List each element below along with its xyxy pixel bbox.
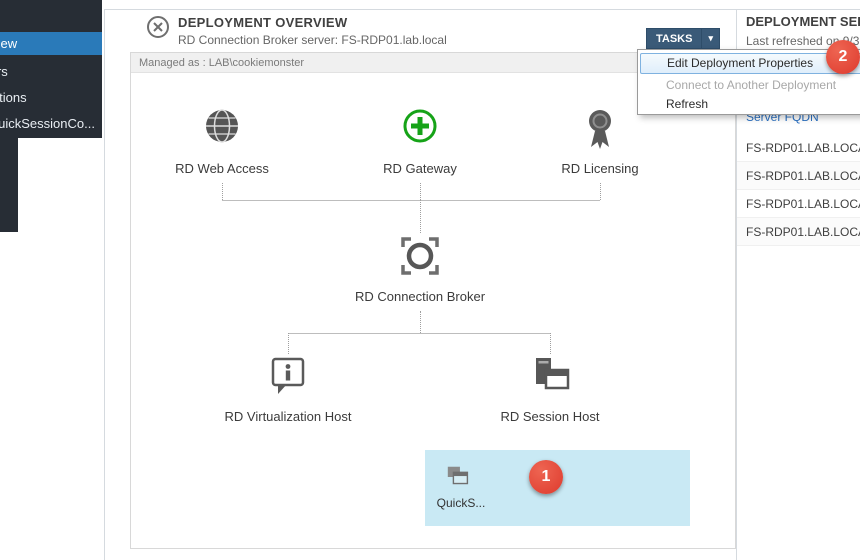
sidebar-item-quicksessioncollection-label: QuickSessionCo... — [0, 112, 95, 135]
sidebar-item-quicksessioncollection[interactable]: QuickSessionCo... — [0, 112, 102, 135]
node-rd-licensing[interactable]: RD Licensing — [525, 105, 675, 176]
collection-windows-icon — [445, 463, 473, 496]
collection-tile-label: QuickS... — [429, 496, 493, 510]
connector-line — [420, 183, 421, 200]
deployment-servers-title: DEPLOYMENT SERVERS — [746, 14, 860, 29]
sidebar-item-servers-label: Servers — [0, 60, 8, 83]
node-rd-connection-broker[interactable]: RD Connection Broker — [345, 233, 495, 304]
connector-line — [420, 200, 421, 233]
tasks-dropdown-arrow-icon: ▾ — [702, 34, 719, 43]
tasks-button[interactable]: TASKS ▾ — [646, 28, 720, 49]
server-row[interactable]: FS-RDP01.LAB.LOCAL — [737, 190, 860, 218]
sidebar-item-overview-label: Overview — [0, 32, 17, 55]
deployment-servers-list: FS-RDP01.LAB.LOCAL FS-RDP01.LAB.LOCAL FS… — [737, 134, 860, 246]
node-label: RD Session Host — [475, 409, 625, 424]
session-host-icon — [475, 353, 625, 399]
menu-item-refresh[interactable]: Refresh — [640, 94, 860, 115]
add-circle-icon — [345, 105, 495, 151]
annotation-badge-2: 2 — [826, 40, 860, 74]
deployment-overview-title: DEPLOYMENT OVERVIEW — [178, 15, 347, 30]
tasks-button-label: TASKS — [647, 33, 701, 45]
section-collapse-icon[interactable] — [146, 15, 170, 39]
node-label: RD Licensing — [525, 161, 675, 176]
connector-line — [288, 333, 550, 334]
info-bubble-icon — [213, 353, 363, 399]
node-rd-web-access[interactable]: RD Web Access — [147, 105, 297, 176]
menu-item-connect-to-another-deployment[interactable]: Connect to Another Deployment — [640, 75, 860, 96]
node-rd-session-host[interactable]: RD Session Host — [475, 353, 625, 424]
sidebar-item-collections[interactable]: Collections — [0, 86, 102, 109]
content-top-border — [104, 9, 860, 10]
broker-ring-icon — [345, 233, 495, 279]
node-label: RD Connection Broker — [345, 289, 495, 304]
node-rd-virtualization-host[interactable]: RD Virtualization Host — [213, 353, 363, 424]
sidebar-item-collections-label: Collections — [0, 86, 27, 109]
server-row[interactable]: FS-RDP01.LAB.LOCAL — [737, 218, 860, 246]
connector-line — [420, 311, 421, 333]
node-label: RD Gateway — [345, 161, 495, 176]
globe-icon — [147, 105, 297, 151]
node-label: RD Virtualization Host — [213, 409, 363, 424]
sidebar-item-overview[interactable]: Overview — [0, 32, 102, 55]
rds-left-nav: Overview Servers Collections QuickSessio… — [0, 0, 102, 138]
server-row[interactable]: FS-RDP01.LAB.LOCAL — [737, 134, 860, 162]
connector-line — [222, 200, 600, 201]
node-label: RD Web Access — [147, 161, 297, 176]
connector-line — [550, 333, 551, 354]
deployment-diagram-panel: Managed as : LAB\cookiemonster RD Web Ac… — [130, 52, 736, 549]
connector-line — [600, 183, 601, 200]
left-nav-edge-strip — [0, 138, 18, 232]
connector-line — [288, 333, 289, 354]
server-row[interactable]: FS-RDP01.LAB.LOCAL — [737, 162, 860, 190]
sidebar-item-servers[interactable]: Servers — [0, 60, 102, 83]
main-vertical-separator — [104, 9, 105, 560]
annotation-badge-1: 1 — [529, 460, 563, 494]
node-rd-gateway[interactable]: RD Gateway — [345, 105, 495, 176]
connector-line — [222, 183, 223, 200]
connection-broker-subtitle: RD Connection Broker server: FS-RDP01.la… — [178, 33, 447, 47]
